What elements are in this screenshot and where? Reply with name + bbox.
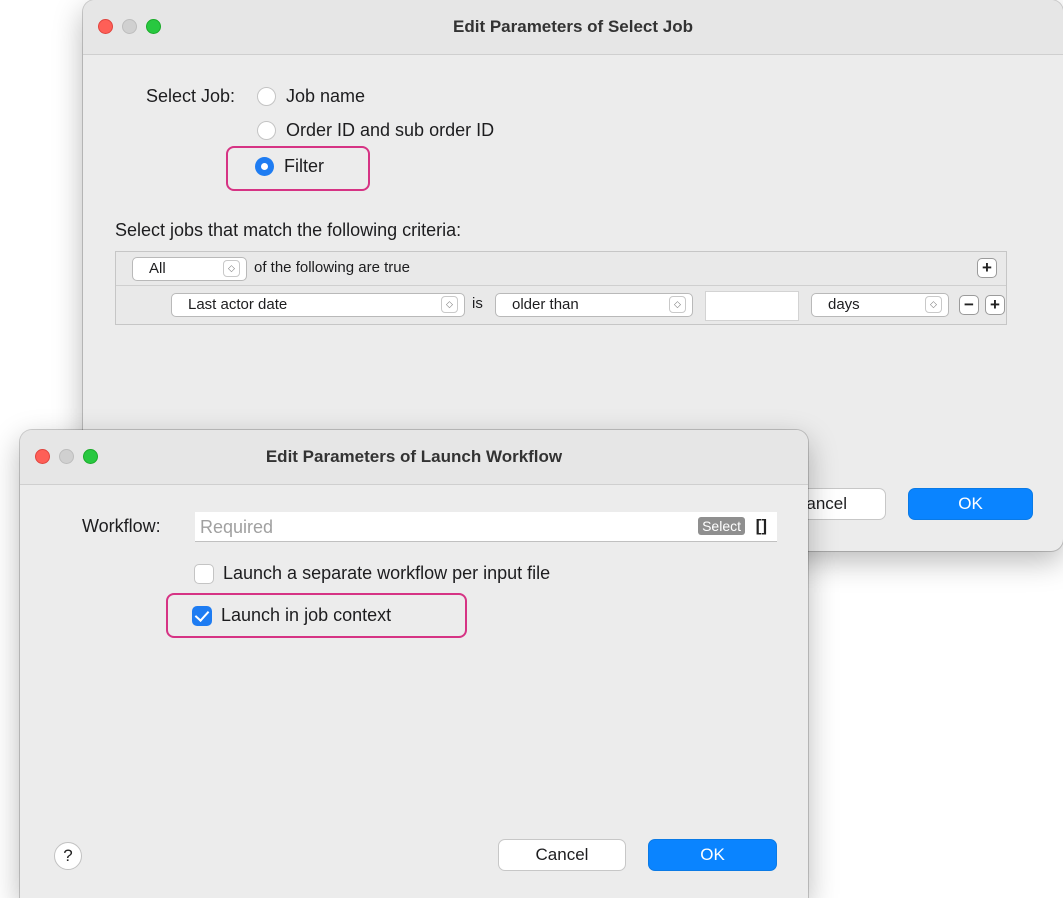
ok-button[interactable]: OK	[908, 488, 1033, 520]
chevron-updown-icon: ◇	[441, 296, 458, 313]
chevron-updown-icon: ◇	[669, 296, 686, 313]
field-popup[interactable]: Last actor date ◇	[171, 293, 465, 317]
select-workflow-button[interactable]: Select	[698, 517, 745, 535]
radio-filter-label: Filter	[284, 156, 324, 176]
window-title: Edit Parameters of Launch Workflow	[265, 447, 563, 466]
plus-icon: +	[982, 258, 992, 277]
cancel-button[interactable]: Cancel	[498, 839, 626, 871]
unit-popup[interactable]: days ◇	[811, 293, 949, 317]
ok-button[interactable]: OK	[648, 839, 777, 871]
operator-label: is	[472, 295, 483, 312]
match-mode-popup[interactable]: All ◇	[132, 257, 247, 281]
unit-value: days	[828, 296, 860, 313]
minus-icon: −	[964, 295, 974, 314]
job-context-label: Launch in job context	[221, 605, 392, 625]
add-rule-button[interactable]: +	[977, 258, 997, 278]
match-suffix-text: of the following are true	[254, 259, 410, 276]
value-input[interactable]	[705, 291, 799, 321]
workflow-field[interactable]: Required Select []	[195, 512, 777, 542]
title-bar: Edit Parameters of Select Job	[83, 0, 1063, 55]
separate-workflow-checkbox[interactable]	[194, 564, 214, 584]
criteria-heading: Select jobs that match the following cri…	[115, 220, 462, 240]
field-value: Last actor date	[188, 296, 288, 313]
separate-workflow-label: Launch a separate workflow per input fil…	[223, 563, 551, 583]
select-job-label: Select Job:	[146, 86, 236, 106]
bracket-button[interactable]: []	[756, 516, 767, 536]
criteria-divider	[116, 285, 1006, 286]
chevron-updown-icon: ◇	[925, 296, 942, 313]
radio-order-id[interactable]	[257, 121, 276, 140]
workflow-label: Workflow:	[82, 516, 161, 536]
launch-workflow-window: Edit Parameters of Launch Workflow Workf…	[20, 430, 808, 898]
window-title: Edit Parameters of Select Job	[453, 17, 693, 36]
comparison-popup[interactable]: older than ◇	[495, 293, 693, 317]
workflow-placeholder: Required	[200, 517, 274, 537]
radio-order-id-label: Order ID and sub order ID	[286, 120, 495, 140]
help-icon[interactable]: ?	[54, 842, 82, 870]
add-rule-below-button[interactable]: +	[985, 295, 1005, 315]
chevron-updown-icon: ◇	[223, 260, 240, 277]
match-mode-value: All	[149, 260, 166, 277]
comparison-value: older than	[512, 296, 579, 313]
title-bar: Edit Parameters of Launch Workflow	[20, 430, 808, 485]
plus-icon: +	[990, 295, 1000, 314]
radio-job-name[interactable]	[257, 87, 276, 106]
criteria-editor: All ◇ of the following are true + Last a…	[115, 251, 1007, 325]
remove-rule-button[interactable]: −	[959, 295, 979, 315]
radio-filter[interactable]	[255, 157, 274, 176]
job-context-checkbox[interactable]	[192, 606, 212, 626]
radio-job-name-label: Job name	[286, 86, 366, 106]
